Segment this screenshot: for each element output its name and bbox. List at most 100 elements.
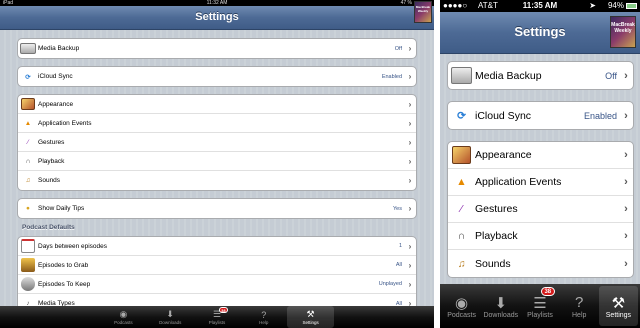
- settings-table[interactable]: Media Backup Off › ⟳ iCloud Sync Enabled › Ap…: [0, 30, 434, 306]
- tab-playlists[interactable]: ☰ Playlists 38: [520, 286, 559, 326]
- podcast-icon: ◉: [455, 294, 469, 312]
- tab-playlists[interactable]: ☰ Playlists 38: [194, 306, 241, 328]
- tab-label: Playlists: [208, 319, 226, 325]
- battery-icon: [626, 3, 637, 9]
- chevron-right-icon: ›: [408, 260, 412, 270]
- location-icon: ➤: [589, 1, 596, 10]
- settings-row-icloud-sync[interactable]: ⟳ iCloud Sync Enabled ›: [18, 67, 416, 86]
- row-label: Episodes To Keep: [38, 280, 91, 288]
- settings-group-preferences: Appearance › ▲ Application Events › ⁄ Gestures…: [17, 94, 417, 191]
- row-label: Application Events: [475, 176, 562, 188]
- battery-label: 94%: [607, 1, 624, 10]
- ipad-screen: iPad 11:32 AM 47 % Settings MacBreak Wee…: [0, 0, 434, 328]
- tab-help[interactable]: ? Help: [560, 286, 599, 326]
- row-value: Off: [605, 70, 617, 81]
- row-label: Sounds: [475, 257, 511, 270]
- row-label: Media Backup: [475, 69, 542, 82]
- row-label: Gestures: [38, 138, 65, 146]
- settings-row-application-events[interactable]: ▲ Application Events ›: [18, 114, 416, 133]
- row-label: Appearance: [38, 100, 74, 108]
- chevron-right-icon: ›: [408, 137, 412, 147]
- chevron-right-icon: ›: [624, 176, 628, 188]
- wand-icon: ⁄: [460, 203, 463, 215]
- settings-row-show-daily-tips[interactable]: ● Show Daily Tips Yes ›: [18, 199, 416, 218]
- settings-row-icloud-sync[interactable]: ⟳ iCloud Sync Enabled ›: [448, 102, 633, 129]
- row-label: Sounds: [38, 177, 61, 184]
- appearance-icon: [448, 142, 475, 169]
- settings-row-episodes-to-keep[interactable]: Episodes To Keep Unplayed ›: [18, 275, 416, 294]
- help-icon: ?: [575, 294, 584, 311]
- row-value: Enabled: [583, 110, 617, 121]
- settings-icon: ⚒: [306, 309, 315, 319]
- download-icon: ⬇: [494, 294, 508, 312]
- tab-label: Help: [572, 311, 587, 319]
- settings-row-sounds[interactable]: ♫ Sounds ›: [448, 250, 633, 277]
- tab-podcasts[interactable]: ◉ Podcasts: [100, 306, 147, 328]
- chevron-right-icon: ›: [624, 109, 628, 122]
- chevron-right-icon: ›: [624, 230, 628, 242]
- tab-downloads[interactable]: ⬇ Downloads: [481, 286, 520, 326]
- chevron-right-icon: ›: [624, 203, 628, 215]
- tab-label: Help: [259, 319, 269, 325]
- tab-bar: ◉ Podcasts ⬇ Downloads ☰ Playlists 38? Help ⚒ Set…: [440, 284, 640, 328]
- chevron-right-icon: ›: [624, 149, 628, 161]
- tab-label: Podcasts: [447, 311, 476, 319]
- podcast-artwork-thumbnail[interactable]: MacBreak Weekly: [610, 16, 636, 48]
- settings-row-media-types[interactable]: ♪ Media Types All ›: [18, 294, 416, 306]
- row-label: iCloud Sync: [475, 109, 532, 122]
- settings-group-preferences: Appearance › ▲ Application Events › ⁄ Gestures…: [447, 141, 634, 278]
- chevron-right-icon: ›: [408, 299, 412, 306]
- gramophone-icon: ♫: [457, 257, 466, 270]
- podcast-artwork-thumbnail[interactable]: MacBreak Weekly: [414, 1, 432, 23]
- navigation-bar: Settings MacBreak Weekly: [0, 1, 434, 30]
- row-label: Playback: [475, 230, 518, 242]
- chevron-right-icon: ›: [624, 257, 628, 270]
- row-label: Episodes to Grab: [38, 261, 89, 269]
- settings-row-media-backup[interactable]: Media Backup Off ›: [448, 62, 633, 89]
- navigation-bar: Settings MacBreak Weekly: [440, 12, 640, 54]
- settings-row-days-between-episodes[interactable]: Days between episodes 1 ›: [18, 237, 416, 256]
- tab-label: Podcasts: [114, 319, 133, 325]
- gramophone-icon: ♫: [25, 177, 31, 184]
- settings-row-playback[interactable]: ∩ Playback ›: [448, 223, 633, 250]
- tab-badge: 38: [218, 307, 228, 313]
- settings-icon: ⚒: [611, 294, 626, 312]
- settings-row-playback[interactable]: ∩ Playback ›: [18, 152, 416, 171]
- playlists-icon: ☰: [533, 294, 547, 312]
- download-icon: ⬇: [166, 309, 174, 319]
- section-header-podcast-defaults: Podcast Defaults: [22, 224, 75, 231]
- row-label: Show Daily Tips: [38, 205, 85, 212]
- row-label: Playback: [38, 157, 65, 165]
- settings-row-appearance[interactable]: Appearance ›: [448, 142, 633, 169]
- chevron-right-icon: ›: [408, 156, 412, 166]
- row-label: Application Events: [38, 119, 92, 127]
- settings-row-sounds[interactable]: ♫ Sounds ›: [18, 171, 416, 190]
- drive-icon: [448, 62, 475, 89]
- settings-row-gestures[interactable]: ⁄ Gestures ›: [18, 133, 416, 152]
- settings-group-tips: ● Show Daily Tips Yes ›: [17, 198, 417, 219]
- settings-row-application-events[interactable]: ▲ Application Events ›: [448, 169, 633, 196]
- settings-row-appearance[interactable]: Appearance ›: [18, 95, 416, 114]
- chevron-right-icon: ›: [408, 44, 412, 53]
- settings-row-media-backup[interactable]: Media Backup Off ›: [18, 39, 416, 58]
- tab-label: Settings: [302, 319, 319, 325]
- tab-help[interactable]: ? Help: [240, 306, 287, 328]
- wand-icon: ⁄: [27, 138, 29, 146]
- tab-downloads[interactable]: ⬇ Downloads: [147, 306, 194, 328]
- icloud-sync-icon: ⟳: [457, 109, 466, 122]
- status-bar: ●●●●○ AT&T 11:35 AM ➤ 94%: [440, 0, 640, 12]
- settings-row-episodes-to-grab[interactable]: Episodes to Grab All ›: [18, 256, 416, 275]
- tab-settings[interactable]: ⚒ Settings: [287, 306, 334, 328]
- headphones-icon: ∩: [25, 157, 31, 165]
- chevron-right-icon: ›: [408, 204, 412, 213]
- settings-table[interactable]: Media Backup Off › ⟳ iCloud Sync Enabled › Ap…: [440, 54, 640, 284]
- podcast-icon: ◉: [119, 309, 128, 319]
- appearance-icon: [18, 95, 38, 114]
- settings-row-gestures[interactable]: ⁄ Gestures ›: [448, 196, 633, 223]
- tab-podcasts[interactable]: ◉ Podcasts: [442, 286, 481, 326]
- tab-settings[interactable]: ⚒ Settings: [598, 286, 639, 326]
- row-label: Days between episodes: [38, 242, 108, 250]
- row-label: Appearance: [475, 149, 532, 161]
- settings-group-icloud: ⟳ iCloud Sync Enabled ›: [17, 66, 417, 87]
- tab-label: Downloads: [159, 319, 182, 325]
